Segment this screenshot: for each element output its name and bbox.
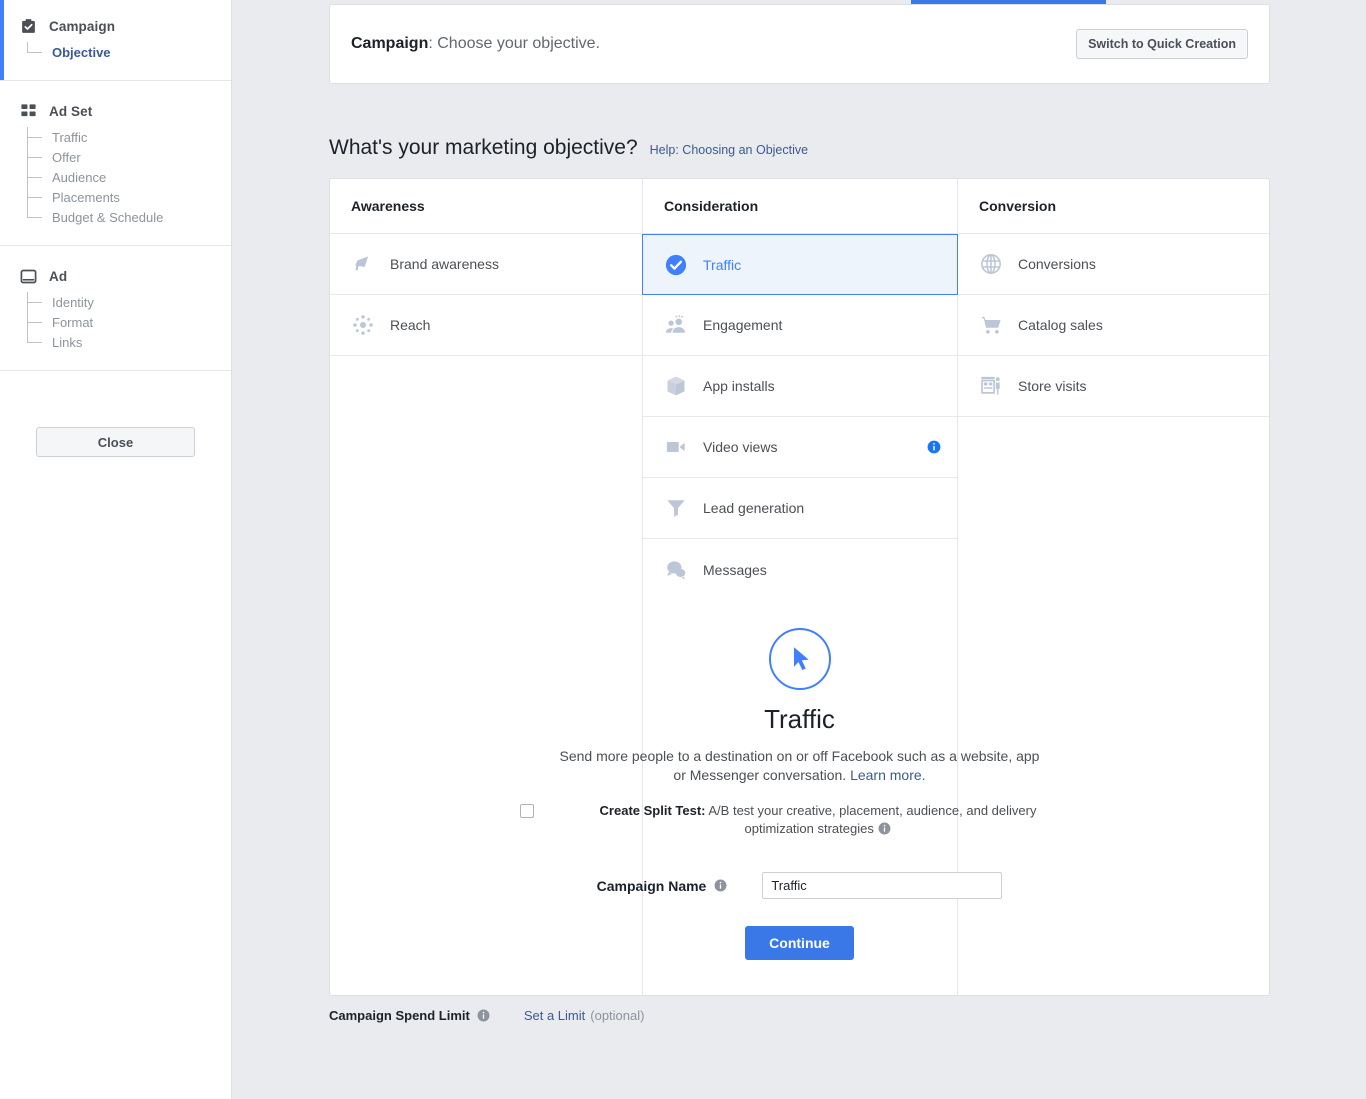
close-button[interactable]: Close [36, 427, 195, 457]
sidebar-item-label: Offer [52, 149, 81, 165]
objective-heading-row: What's your marketing objective? Help: C… [329, 136, 808, 160]
sidebar-item-label: Placements [52, 189, 120, 205]
sidebar-item-label: Format [52, 314, 94, 330]
sidebar-section-campaign-header[interactable]: Campaign [0, 14, 231, 38]
campaign-name-row: Campaign Name [329, 872, 1270, 899]
sidebar-section-adset[interactable]: Ad Set Traffic Offer Audience Placements… [0, 81, 231, 246]
learn-more-link[interactable]: Learn more. [850, 767, 925, 783]
set-a-limit-optional: (optional) [590, 1008, 645, 1023]
sidebar-section-title: Ad [49, 268, 68, 284]
detail-title: Traffic [764, 704, 835, 734]
sidebar-item-label: Audience [52, 169, 107, 185]
campaign-spend-limit-row: Campaign Spend Limit Set a Limit (option… [329, 1008, 644, 1023]
detail-description: Send more people to a destination on or … [555, 747, 1045, 785]
main-content: Campaign: Choose your objective. Switch … [232, 0, 1366, 1099]
split-test-rest: A/B test your creative, placement, audie… [708, 803, 1037, 836]
sidebar-item-objective[interactable]: Objective [27, 42, 231, 62]
switch-to-quick-creation-button[interactable]: Switch to Quick Creation [1076, 29, 1248, 59]
cursor-arrow-icon [768, 628, 831, 690]
sidebar-subitems-campaign: Objective [27, 38, 231, 62]
sidebar: Campaign Objective Ad Set Traffic Offer … [0, 0, 232, 1099]
help-choosing-objective-link[interactable]: Help: Choosing an Objective [650, 143, 808, 157]
split-test-row: Create Split Test: A/B test your creativ… [519, 802, 1080, 838]
sidebar-footer: Close [0, 371, 231, 457]
sidebar-item-links[interactable]: Links [27, 332, 231, 352]
sidebar-item-audience[interactable]: Audience [27, 167, 231, 187]
objective-heading: What's your marketing objective? [329, 136, 638, 159]
campaign-name-label: Campaign Name [596, 877, 707, 894]
split-test-info-icon[interactable] [877, 822, 891, 836]
spend-limit-label: Campaign Spend Limit [329, 1008, 470, 1023]
page-title-bold: Campaign [351, 35, 429, 52]
sidebar-item-traffic[interactable]: Traffic [27, 127, 231, 147]
clipboard-check-icon [18, 16, 38, 36]
create-split-test-checkbox[interactable] [519, 804, 534, 818]
sidebar-section-ad-header[interactable]: Ad [0, 264, 231, 288]
split-test-bold: Create Split Test: [599, 803, 706, 818]
sidebar-item-label: Traffic [52, 129, 88, 145]
sidebar-section-ad[interactable]: Ad Identity Format Links [0, 246, 231, 371]
sidebar-item-budget-schedule[interactable]: Budget & Schedule [27, 207, 231, 227]
set-a-limit-link[interactable]: Set a Limit [524, 1008, 585, 1023]
page-title: Campaign: Choose your objective. [351, 35, 600, 53]
sidebar-subitems-adset: Traffic Offer Audience Placements Budget… [27, 123, 231, 227]
sidebar-section-campaign[interactable]: Campaign Objective [0, 0, 231, 81]
window-icon [18, 266, 38, 286]
sidebar-item-placements[interactable]: Placements [27, 187, 231, 207]
split-test-label: Create Split Test: A/B test your creativ… [534, 802, 1080, 838]
sidebar-item-offer[interactable]: Offer [27, 147, 231, 167]
ads-manager-page: Campaign Objective Ad Set Traffic Offer … [0, 0, 1366, 1099]
sidebar-item-label: Objective [52, 44, 111, 60]
sidebar-section-adset-header[interactable]: Ad Set [0, 99, 231, 123]
objective-detail-panel: Traffic Send more people to a destinatio… [329, 178, 1270, 960]
spend-limit-info-icon[interactable] [477, 1009, 491, 1023]
continue-button[interactable]: Continue [745, 926, 854, 960]
sidebar-item-label: Identity [52, 294, 94, 310]
campaign-name-info-icon[interactable] [713, 879, 727, 893]
grid-squares-icon [18, 101, 38, 121]
page-title-rest: : Choose your objective. [428, 35, 600, 52]
campaign-name-label-group: Campaign Name [597, 878, 728, 894]
sidebar-item-format[interactable]: Format [27, 312, 231, 332]
sidebar-section-title: Campaign [49, 18, 116, 34]
campaign-header-card: Campaign: Choose your objective. Switch … [329, 4, 1270, 84]
campaign-name-input[interactable] [762, 872, 1003, 899]
sidebar-item-identity[interactable]: Identity [27, 292, 231, 312]
sidebar-item-label: Budget & Schedule [52, 209, 164, 225]
sidebar-section-title: Ad Set [49, 103, 93, 119]
sidebar-subitems-ad: Identity Format Links [27, 288, 231, 352]
sidebar-item-label: Links [52, 334, 83, 350]
spend-limit-label-group: Campaign Spend Limit [329, 1008, 491, 1023]
detail-description-text: Send more people to a destination on or … [559, 748, 1040, 783]
